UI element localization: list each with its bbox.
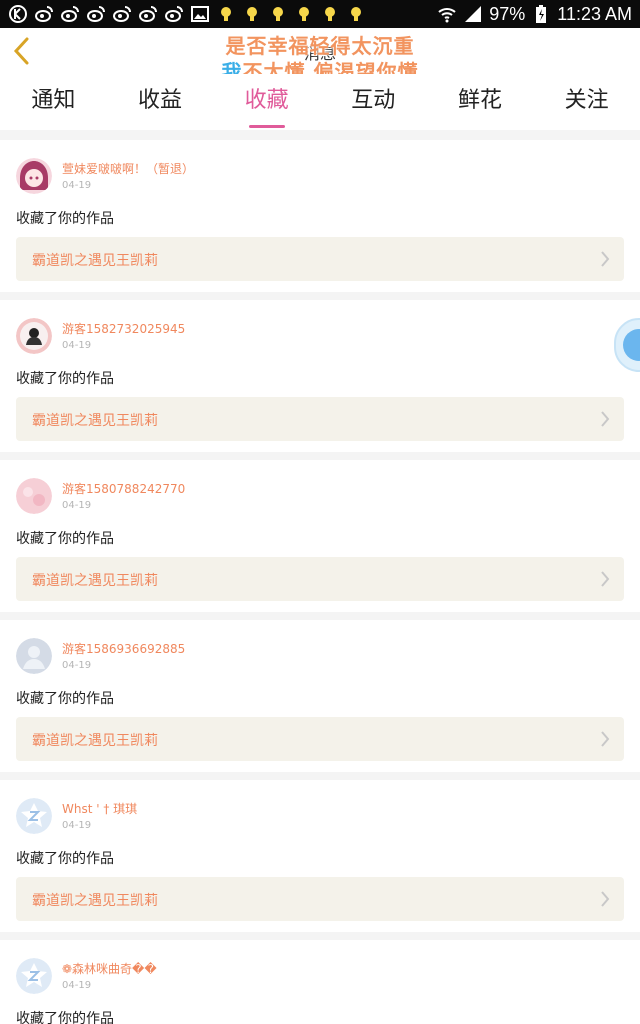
weibo-icon [34,4,54,24]
tab-bar: 通知 收益 收藏 互动 鲜花 关注 [0,74,640,130]
chevron-right-icon [600,890,610,908]
username[interactable]: 游客1582732025945 [62,320,185,337]
weibo-icon [164,4,184,24]
action-text: 收藏了你的作品 [16,1011,114,1024]
chevron-right-icon [600,570,610,588]
overlay-caption-line1: 是否幸福轻得太沉重 [225,34,415,58]
tab-earnings[interactable]: 收益 [138,82,182,122]
date: 04-19 [62,500,92,511]
tab-interactions[interactable]: 互动 [351,82,395,122]
tab-notifications[interactable]: 通知 [31,82,75,122]
work-title: 霸道凯之遇见王凯莉 [32,413,158,429]
bulb-icon [346,4,366,24]
battery-percent: 97% [489,3,526,24]
weibo-icon [60,4,80,24]
work-title: 霸道凯之遇见王凯莉 [32,893,158,909]
bulb-icon [294,4,314,24]
clock: 11:23 AM [557,3,632,24]
chevron-right-icon [600,730,610,748]
list-item: 游客1580788242770 04-19 收藏了你的作品 霸道凯之遇见王凯莉 [0,460,640,612]
list-item: ❁森林咪曲奇�� 04-19 收藏了你的作品 [0,940,640,1024]
status-bar: 97% 11:23 AM [0,0,640,28]
header: 消息 是否幸福轻得太沉重 我不太懂 偏渴望你懂 [0,28,640,84]
avatar[interactable] [16,638,52,674]
action-text: 收藏了你的作品 [16,211,114,227]
tab-flowers[interactable]: 鲜花 [458,82,502,122]
date: 04-19 [62,180,92,191]
chevron-right-icon [600,410,610,428]
system-status: 97% 11:23 AM [437,4,632,25]
username[interactable]: ❁森林咪曲奇�� [62,960,157,977]
action-text: 收藏了你的作品 [16,691,114,707]
avatar[interactable] [16,158,52,194]
date: 04-19 [62,980,92,991]
action-text: 收藏了你的作品 [16,851,114,867]
username[interactable]: 萱妹爱啵啵啊！（暂退） [62,160,194,177]
avatar[interactable] [16,958,52,994]
work-title: 霸道凯之遇见王凯莉 [32,733,158,749]
list-item: 萱妹爱啵啵啊！（暂退） 04-19 收藏了你的作品 霸道凯之遇见王凯莉 [0,140,640,292]
list-item: Whst ' † 琪琪 04-19 收藏了你的作品 霸道凯之遇见王凯莉 [0,780,640,932]
work-link[interactable]: 霸道凯之遇见王凯莉 [16,237,624,281]
avatar[interactable] [16,478,52,514]
username[interactable]: 游客1586936692885 [62,640,185,657]
list-item: 游客1586936692885 04-19 收藏了你的作品 霸道凯之遇见王凯莉 [0,620,640,772]
notification-icons [8,4,366,24]
weibo-icon [138,4,158,24]
battery-charging-icon [531,4,551,24]
avatar[interactable] [16,798,52,834]
avatar[interactable] [16,318,52,354]
username[interactable]: Whst ' † 琪琪 [62,800,137,817]
gallery-icon [190,4,210,24]
date: 04-19 [62,820,92,831]
date: 04-19 [62,660,92,671]
action-text: 收藏了你的作品 [16,371,114,387]
work-title: 霸道凯之遇见王凯莉 [32,253,158,269]
work-link[interactable]: 霸道凯之遇见王凯莉 [16,557,624,601]
weibo-icon [112,4,132,24]
active-tab-indicator [248,125,285,128]
tab-favorites[interactable]: 收藏 [245,82,289,128]
bulb-icon [320,4,340,24]
weibo-icon [86,4,106,24]
work-title: 霸道凯之遇见王凯莉 [32,573,158,589]
wifi-icon [437,4,457,24]
action-text: 收藏了你的作品 [16,531,114,547]
work-link[interactable]: 霸道凯之遇见王凯莉 [16,397,624,441]
tab-following[interactable]: 关注 [565,82,609,122]
k-app-icon [8,4,28,24]
work-link[interactable]: 霸道凯之遇见王凯莉 [16,717,624,761]
assistant-icon [623,329,640,361]
date: 04-19 [62,340,92,351]
bulb-icon [268,4,288,24]
work-link[interactable]: 霸道凯之遇见王凯莉 [16,877,624,921]
signal-icon [463,4,483,24]
username[interactable]: 游客1580788242770 [62,480,185,497]
list-item: 游客1582732025945 04-19 收藏了你的作品 霸道凯之遇见王凯莉 [0,300,640,452]
chevron-right-icon [600,250,610,268]
bulb-icon [242,4,262,24]
bulb-icon [216,4,236,24]
